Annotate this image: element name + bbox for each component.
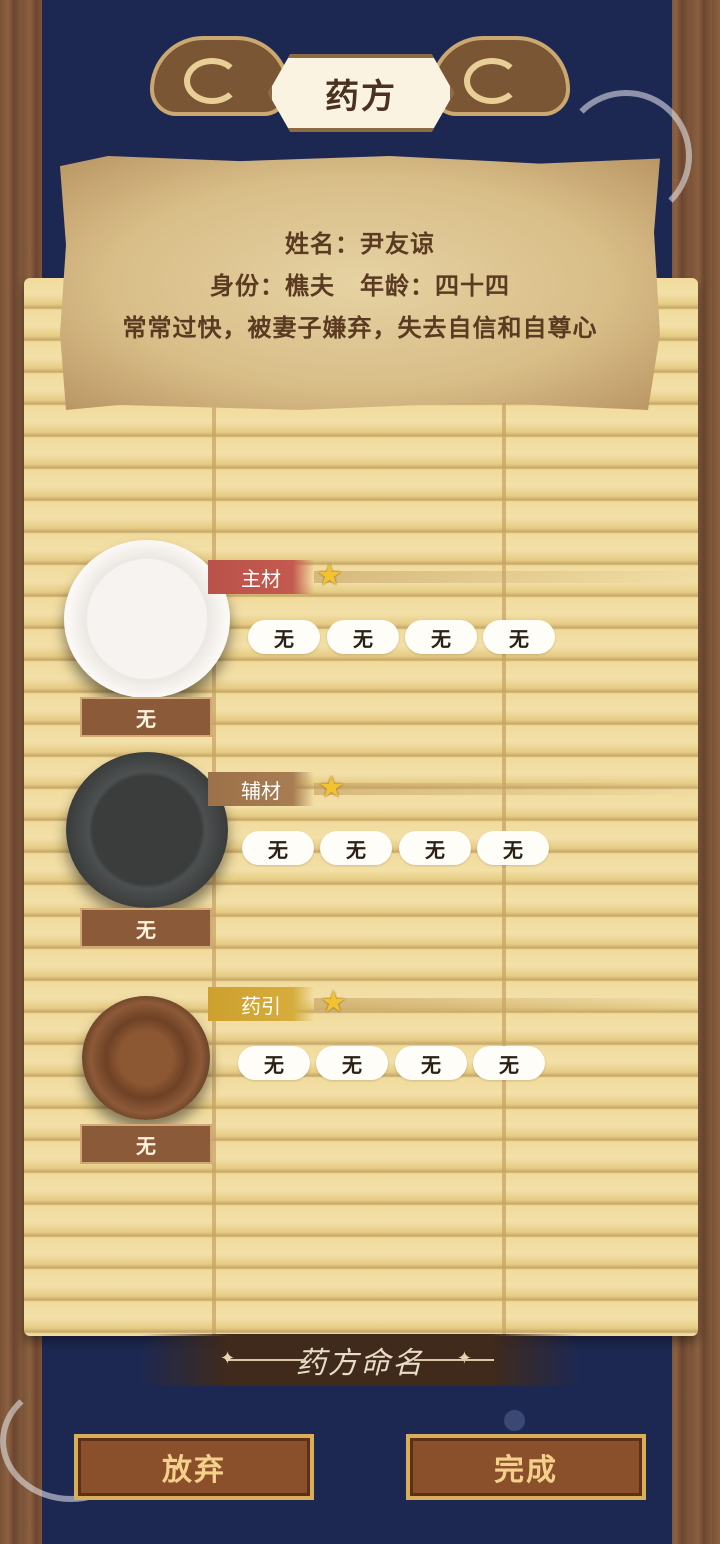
aux-slot-1[interactable]: 无 (242, 831, 314, 865)
main-slot-4[interactable]: 无 (483, 620, 555, 654)
title-plate: 药方 (268, 54, 454, 132)
cloud-ornament-icon (150, 36, 290, 116)
aux-slot-4[interactable]: 无 (477, 831, 549, 865)
category-bar (314, 998, 698, 1010)
guide-slot-2[interactable]: 无 (316, 1046, 388, 1080)
star-icon: ★ (320, 985, 347, 1020)
complete-button[interactable]: 完成 (406, 1434, 646, 1500)
recipe-name-placeholder: 药方命名 (296, 1346, 424, 1381)
main-ingredient-tag: 无 (80, 697, 212, 737)
guide-slot-4[interactable]: 无 (473, 1046, 545, 1080)
category-bar (314, 783, 698, 795)
category-bar (314, 571, 698, 583)
main-slot-2[interactable]: 无 (327, 620, 399, 654)
aux-slot-2[interactable]: 无 (320, 831, 392, 865)
auxiliary-ingredient-plate[interactable] (66, 752, 228, 908)
patient-condition: 常常过快，被妻子嫌弃，失去自信和自尊心 (122, 314, 598, 342)
patient-name: 姓名：尹友谅 (285, 230, 435, 258)
bamboo-tie (502, 278, 506, 1336)
main-slot-3[interactable]: 无 (405, 620, 477, 654)
star-icon: ★ (318, 770, 345, 805)
divider (226, 1359, 306, 1361)
patient-identity: 身份：樵夫 年龄：四十四 (210, 272, 510, 300)
cloud-ornament-icon (430, 36, 570, 116)
category-label-auxiliary: 辅材 (208, 772, 314, 806)
star-ornament-icon: ✦ (220, 1348, 236, 1369)
guide-slot-3[interactable]: 无 (395, 1046, 467, 1080)
main-ingredient-plate[interactable] (64, 540, 230, 698)
patient-info-paper: 姓名：尹友谅 身份：樵夫 年龄：四十四 常常过快，被妻子嫌弃，失去自信和自尊心 (60, 156, 660, 410)
star-icon: ★ (316, 558, 343, 593)
recipe-name-field[interactable]: ✦ 药方命名 ✦ (140, 1334, 580, 1386)
aux-slot-3[interactable]: 无 (399, 831, 471, 865)
abandon-button[interactable]: 放弃 (74, 1434, 314, 1500)
guide-ingredient-tag: 无 (80, 1124, 212, 1164)
category-label-main: 主材 (208, 560, 314, 594)
title-header: 药方 (150, 36, 570, 132)
guide-ingredient-bowl[interactable] (82, 996, 210, 1120)
guide-slot-1[interactable]: 无 (238, 1046, 310, 1080)
page-title: 药方 (325, 76, 397, 117)
divider (414, 1359, 494, 1361)
auxiliary-ingredient-tag: 无 (80, 908, 212, 948)
main-slot-1[interactable]: 无 (248, 620, 320, 654)
category-label-guide: 药引 (208, 987, 314, 1021)
